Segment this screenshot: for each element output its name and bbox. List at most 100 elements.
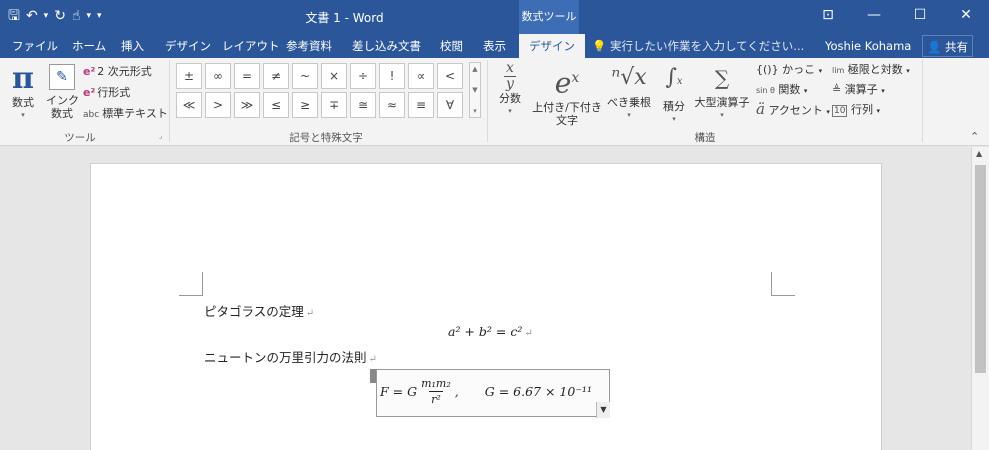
large-operator-button[interactable]: ∑ 大型演算子 ▾ [692, 60, 752, 122]
symbol-button[interactable]: ∀ [437, 92, 463, 118]
symbol-button[interactable]: = [234, 63, 260, 89]
integral-button[interactable]: ∫x 積分 ▾ [658, 60, 690, 126]
gallery-down-icon[interactable]: ▼ [470, 86, 480, 94]
summation-icon: ∑ [714, 66, 730, 90]
newton-text: ニュートンの万里引力の法則 [204, 350, 367, 365]
gallery-up-icon[interactable]: ▲ [470, 65, 480, 73]
fraction-icon: xy [495, 60, 525, 92]
paragraph-newton-heading: ニュートンの万里引力の法則 ↵ [204, 347, 377, 366]
symbols-group-label: 記号と特殊文字 [289, 132, 363, 144]
symbol-button[interactable]: > [205, 92, 231, 118]
scrollbar-thumb[interactable] [975, 165, 986, 373]
word-window: 🖫 ↶ ▾ ↻ ☝ ▾ ▾ 文書 1 - Word 数式ツール ⊡ — ☐ ✕ … [0, 0, 989, 450]
tell-me-search[interactable]: 💡 実行したい作業を入力してください... [592, 34, 804, 58]
symbol-button[interactable]: ≤ [263, 92, 289, 118]
dialog-launcher-icon[interactable]: ⌟ [159, 132, 162, 140]
ink-equation-icon: ✎ [49, 64, 75, 90]
pi-icon: π [12, 61, 34, 96]
tab-insert[interactable]: 挿入 [121, 34, 144, 58]
linear-icon: e² [83, 86, 96, 99]
paragraph-mark: ↵ [305, 308, 315, 319]
function-icon: sin θ [756, 86, 775, 95]
symbol-button[interactable]: ≫ [234, 92, 260, 118]
minimize-button[interactable]: — [851, 0, 897, 30]
symbol-button[interactable]: ∓ [321, 92, 347, 118]
large-operator-label: 大型演算子 [694, 96, 750, 109]
tab-layout[interactable]: レイアウト [222, 34, 280, 58]
limit-icon: lim [832, 66, 845, 75]
symbol-button[interactable]: × [321, 63, 347, 89]
user-account[interactable]: Yoshie Kohama [825, 34, 911, 58]
operator-button[interactable]: ≜ 演算子 ▾ [832, 82, 885, 99]
bracket-button[interactable]: {()} かっこ ▾ [756, 62, 822, 79]
accent-label: アクセント [768, 104, 823, 117]
symbol-button[interactable]: ∞ [205, 63, 231, 89]
maximize-button[interactable]: ☐ [897, 0, 943, 30]
symbol-button[interactable]: ≡ [408, 92, 434, 118]
symbol-button[interactable]: ÷ [350, 63, 376, 89]
document-title: 文書 1 - Word [305, 11, 384, 25]
tab-home[interactable]: ホーム [72, 34, 106, 58]
equation-pythagoras[interactable]: a² + b² = c² ↵ [448, 324, 533, 339]
newton-equation: F = G m₁m₂ r² , G = 6.67 × 10⁻¹¹ [380, 376, 592, 407]
linear-label: 行形式 [97, 86, 131, 99]
equation-constant: G = 6.67 × 10⁻¹¹ [484, 384, 592, 399]
linear-format-button[interactable]: e² 行形式 [83, 85, 130, 100]
scroll-up-icon[interactable]: ▲ [976, 149, 982, 158]
symbol-gallery-scroll[interactable]: ▲ ▼ ▾ [469, 62, 481, 118]
normal-text-button[interactable]: abc 標準テキスト [83, 106, 168, 123]
gallery-more-icon[interactable]: ▾ [470, 107, 480, 115]
symbol-button[interactable]: ∝ [408, 63, 434, 89]
tab-references[interactable]: 参考資料 [286, 34, 332, 58]
fraction-denominator: r² [429, 391, 443, 406]
symbol-button[interactable]: ≠ [263, 63, 289, 89]
symbol-button[interactable]: < [437, 63, 463, 89]
equation-move-handle-icon[interactable] [370, 369, 376, 383]
script-icon: ex [554, 66, 580, 100]
ribbon-tab-bar: ファイル ホーム 挿入 デザイン レイアウト 参考資料 差し込み文書 校閲 表示… [0, 34, 989, 58]
tab-view[interactable]: 表示 [483, 34, 506, 58]
symbol-button[interactable]: ≥ [292, 92, 318, 118]
tab-file[interactable]: ファイル [12, 34, 58, 58]
symbol-button[interactable]: ≪ [176, 92, 202, 118]
group-separator [169, 60, 170, 142]
tab-review[interactable]: 校閲 [440, 34, 463, 58]
document-page[interactable]: ピタゴラスの定理 ↵ a² + b² = c² ↵ ニュートンの万里引力の法則 ↵ F… [90, 163, 882, 450]
radical-label: べき乗根 [607, 96, 651, 109]
symbol-button[interactable]: ± [176, 63, 202, 89]
symbol-button[interactable]: ~ [292, 63, 318, 89]
paragraph-pythagoras-heading: ピタゴラスの定理 ↵ [204, 301, 314, 320]
fraction-button[interactable]: xy 分数 ▾ [495, 60, 525, 118]
limit-log-button[interactable]: lim 極限と対数 ▾ [832, 62, 910, 79]
professional-icon: e² [83, 65, 96, 78]
equation-editor-box[interactable]: F = G m₁m₂ r² , G = 6.67 × 10⁻¹¹ ▼ [370, 369, 610, 418]
symbol-button[interactable]: ≈ [379, 92, 405, 118]
equation-options-dropdown-icon[interactable]: ▼ [596, 402, 610, 418]
tab-equation-design[interactable]: デザイン [519, 34, 585, 58]
equation-button[interactable]: π 数式 ▾ [6, 62, 40, 122]
bracket-label: {()} かっこ [756, 63, 816, 76]
radical-button[interactable]: ⁿ√x べき乗根 ▾ [605, 60, 653, 122]
function-button[interactable]: sin θ 関数 ▾ [756, 82, 807, 99]
matrix-icon: 10 [832, 105, 848, 117]
tab-design[interactable]: デザイン [165, 34, 211, 58]
paragraph-mark: ↵ [368, 354, 377, 365]
accent-button[interactable]: ä アクセント ▾ [756, 102, 830, 120]
pythagoras-equation-text: a² + b² = c² [448, 324, 523, 339]
matrix-button[interactable]: 10 行列 ▾ [832, 102, 880, 119]
ribbon-display-options-icon[interactable]: ⊡ [805, 0, 851, 30]
collapse-ribbon-icon[interactable]: ⌃ [970, 130, 979, 143]
symbol-button[interactable]: ≅ [350, 92, 376, 118]
ink-equation-button[interactable]: ✎ インク 数式 [46, 62, 79, 120]
script-button[interactable]: ex 上付き/下付き 文字 [530, 60, 604, 127]
close-button[interactable]: ✕ [943, 0, 989, 30]
equation-fraction: m₁m₂ r² [421, 376, 451, 407]
share-button[interactable]: 👤 共有 [922, 35, 973, 57]
document-canvas: ピタゴラスの定理 ↵ a² + b² = c² ↵ ニュートンの万里引力の法則 ↵ F… [0, 147, 971, 450]
professional-format-button[interactable]: e² 2 次元形式 [83, 64, 152, 79]
chevron-down-icon: ▾ [818, 67, 823, 75]
vertical-scrollbar[interactable]: ▲ [971, 147, 989, 450]
symbol-button[interactable]: ! [379, 63, 405, 89]
tab-mailings[interactable]: 差し込み文書 [352, 34, 421, 58]
person-icon: 👤 [927, 40, 942, 54]
